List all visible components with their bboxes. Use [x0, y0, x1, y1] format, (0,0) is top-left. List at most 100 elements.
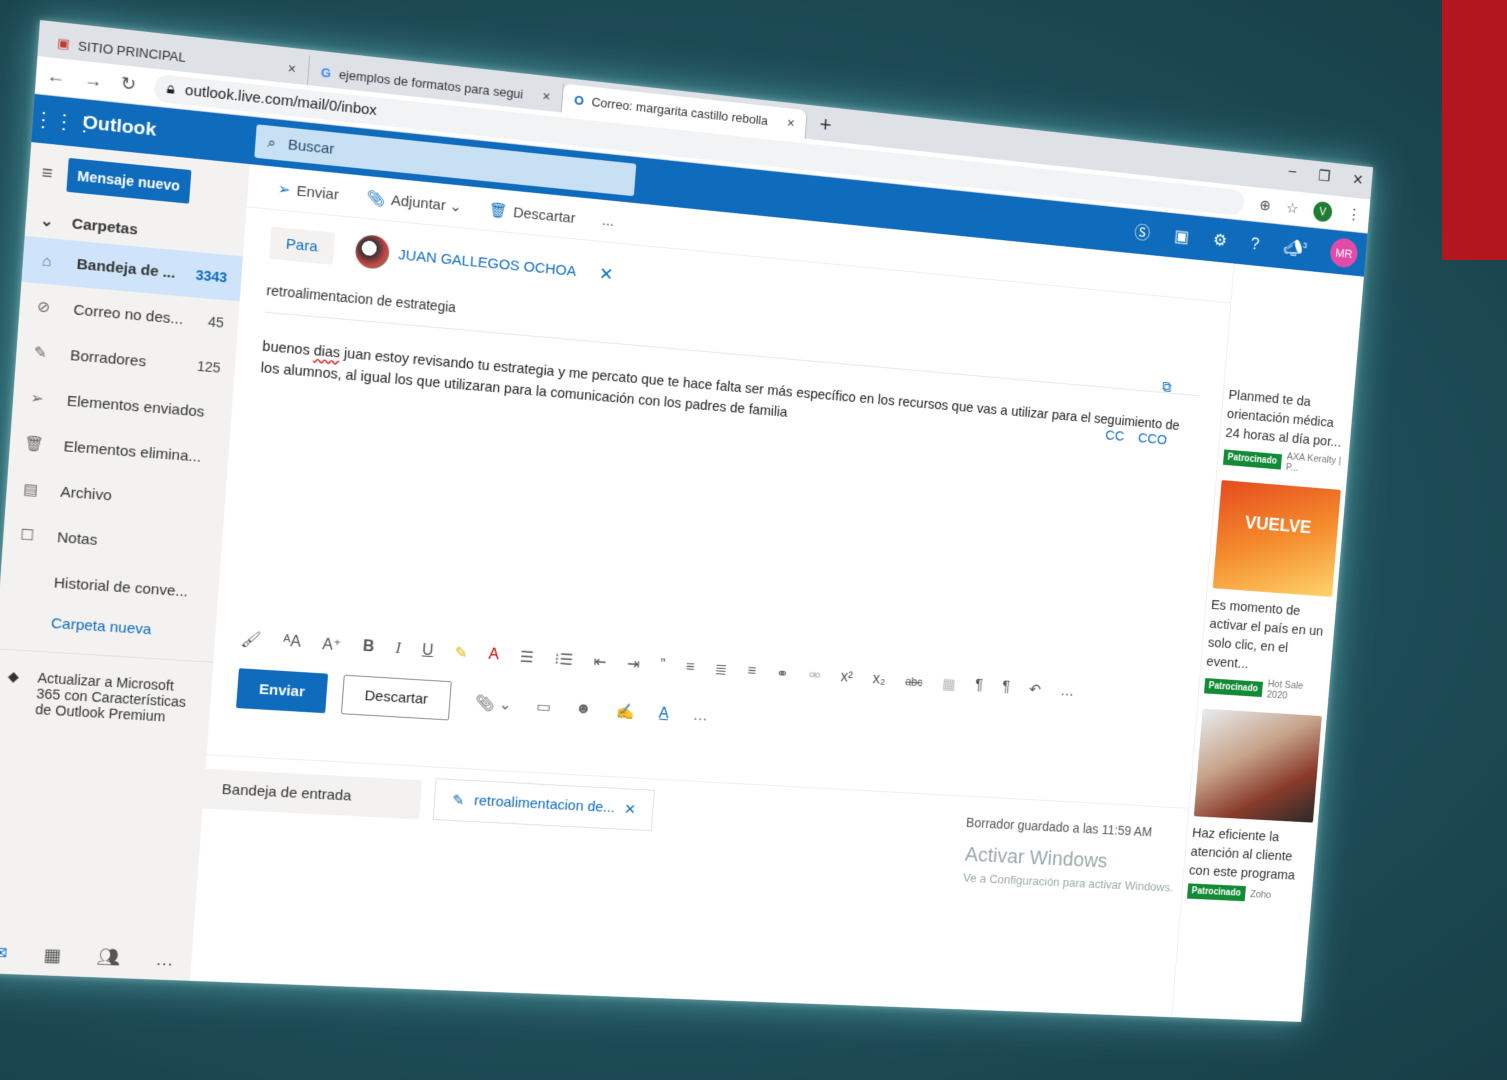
strikethrough-icon[interactable]: abc [905, 675, 923, 689]
my-day-icon[interactable]: ▣ [1174, 226, 1190, 247]
recipient-chip[interactable]: JUAN GALLEGOS OCHOA ✕ [353, 233, 615, 291]
calendar-icon[interactable]: ▦ [43, 945, 62, 966]
rtl-icon[interactable]: ¶ [1002, 679, 1011, 696]
highlight-icon[interactable]: ✎ [454, 643, 468, 663]
superscript-icon[interactable]: x² [840, 669, 853, 686]
to-button[interactable]: Para [268, 226, 335, 265]
folder-label: Elementos enviados [66, 392, 206, 421]
ad-card[interactable]: VUELVE Es momento de activar el país en … [1203, 480, 1341, 704]
cc-link[interactable]: CC [1105, 427, 1125, 444]
font-color-icon[interactable]: A [488, 646, 499, 664]
ad-card[interactable]: Haz eficiente la atención al cliente con… [1186, 708, 1322, 905]
emoji-icon[interactable]: ☻ [575, 700, 592, 718]
minimize-icon[interactable]: – [1288, 163, 1297, 182]
subscript-icon[interactable]: x₂ [872, 671, 886, 688]
restore-icon[interactable]: ❐ [1318, 167, 1332, 186]
attach-icon[interactable]: 📎︎ ⌄ [474, 693, 512, 714]
new-message-button[interactable]: Mensaje nuevo [65, 157, 192, 204]
outlook-brand[interactable]: Outlook [82, 112, 256, 152]
close-tab-icon[interactable]: × [287, 60, 296, 77]
compose-actions: Enviar Descartar 📎︎ ⌄ ▭ ☻ ✍ A̲ … [235, 668, 709, 735]
attach-button[interactable]: 📎︎ Adjuntar ⌄ [366, 188, 463, 215]
inbox-tab[interactable]: Bandeja de entrada [202, 768, 422, 820]
toolbar-send-button[interactable]: ➢ Enviar [277, 179, 339, 203]
signature-icon[interactable]: ✍ [615, 701, 635, 721]
settings-gear-icon[interactable]: ⚙ [1212, 230, 1227, 250]
italic-icon[interactable]: I [395, 640, 401, 658]
align-left-icon[interactable]: ≡ [685, 659, 695, 676]
ltr-icon[interactable]: ¶ [975, 678, 984, 695]
ad-card[interactable]: Planmed te da orientación médica 24 hora… [1222, 270, 1359, 478]
profile-avatar[interactable]: V [1312, 200, 1333, 223]
folder-label: Archivo [59, 483, 113, 504]
pencil-icon: ✎ [451, 792, 466, 810]
bookmark-star-icon[interactable]: ☆ [1285, 198, 1299, 217]
people-icon[interactable]: 👥︎ [96, 947, 121, 968]
insert-picture-icon[interactable]: ▭ [536, 697, 552, 717]
window-controls: – ❐ ✕ [1288, 163, 1364, 189]
discard-button[interactable]: Descartar [340, 674, 452, 721]
folder-label: Bandeja de ... [76, 255, 177, 282]
stage: ▣ SITIO PRINCIPAL × G ejemplos de format… [0, 0, 1507, 1080]
reload-icon[interactable]: ↻ [120, 73, 137, 96]
editor-icon[interactable]: A̲ [658, 705, 669, 722]
close-window-icon[interactable]: ✕ [1352, 170, 1365, 189]
increase-indent-icon[interactable]: ⇥ [626, 654, 640, 674]
toolbar-discard-button[interactable]: 🗑︎ Descartar [488, 201, 576, 226]
trash-icon: 🗑︎ [23, 435, 45, 454]
more-actions-icon[interactable]: … [692, 707, 708, 725]
app-body: ≡ Mensaje nuevo ⌄ Carpetas ⌂ Bandeja de … [0, 142, 1364, 1022]
recipient-name: JUAN GALLEGOS OCHOA [397, 246, 577, 280]
grow-font-icon[interactable]: A⁺ [322, 635, 342, 655]
back-icon[interactable]: ← [46, 65, 66, 88]
browser-menu-icon[interactable]: ⋮ [1346, 205, 1362, 224]
new-tab-button[interactable]: + [806, 110, 846, 142]
skype-icon[interactable]: Ⓢ [1134, 219, 1152, 244]
browser-actions: ⊕ ☆ V ⋮ [1259, 195, 1362, 226]
quote-icon[interactable]: ” [660, 657, 666, 674]
bullets-icon[interactable]: ☰ [519, 647, 534, 667]
activate-windows-watermark: Activar Windows Ve a Configuración para … [962, 842, 1176, 899]
remove-recipient-icon[interactable]: ✕ [598, 263, 614, 284]
folders-header-label: Carpetas [71, 214, 139, 239]
send-button[interactable]: Enviar [235, 668, 328, 714]
draft-tab[interactable]: ✎ retroalimentacion de... ✕ [432, 778, 656, 832]
table-icon[interactable]: ▦ [941, 675, 957, 694]
mail-icon[interactable]: ✉ [0, 943, 8, 964]
format-painter-icon[interactable]: 🖌︎ [240, 629, 262, 650]
paperclip-icon: 📎︎ [365, 189, 386, 208]
align-center-icon[interactable]: ≣ [714, 660, 728, 679]
hamburger-icon[interactable]: ≡ [41, 162, 53, 184]
app-launcher-icon[interactable]: ⋮⋮⋮ [32, 106, 96, 136]
bcc-link[interactable]: CCO [1138, 430, 1168, 448]
underline-icon[interactable]: U [422, 642, 434, 660]
align-right-icon[interactable]: ≡ [747, 663, 757, 680]
more-format-icon[interactable]: … [1060, 683, 1075, 700]
unlink-icon[interactable]: ⚮ [808, 666, 822, 685]
more-options-button[interactable]: ... [602, 212, 615, 229]
ad-footer: Patrocinado Zoho [1186, 883, 1307, 904]
link-icon[interactable]: ⚭ [775, 664, 790, 683]
folder-count: 3343 [195, 266, 228, 286]
upgrade-premium[interactable]: ◆ Actualizar a Microsoft 365 con Caracte… [0, 648, 214, 745]
folder-label: Notas [56, 528, 98, 549]
user-avatar[interactable]: MR [1329, 237, 1359, 269]
recipient-avatar [353, 233, 390, 270]
whats-new-icon[interactable]: 📣︎3 [1282, 237, 1308, 258]
sponsored-badge: Patrocinado [1186, 883, 1246, 902]
close-tab-icon[interactable]: × [542, 88, 551, 104]
folder-label: Correo no des... [72, 301, 184, 328]
undo-icon[interactable]: ↶ [1028, 680, 1042, 699]
ad-text: Es momento de activar el país en un solo… [1205, 597, 1324, 672]
bold-icon[interactable]: B [362, 638, 375, 656]
lock-icon: 🔒︎ [166, 80, 176, 98]
more-apps-icon[interactable]: … [155, 949, 174, 970]
close-tab-icon[interactable]: × [787, 115, 796, 131]
forward-icon[interactable]: → [83, 69, 103, 92]
numbering-icon[interactable]: ⁝☰ [554, 650, 574, 670]
extension-icon[interactable]: ⊕ [1259, 195, 1272, 214]
help-icon[interactable]: ? [1250, 234, 1260, 254]
close-draft-icon[interactable]: ✕ [624, 801, 637, 818]
decrease-indent-icon[interactable]: ⇤ [593, 652, 607, 672]
font-size-icon[interactable]: ᴬA [282, 633, 301, 652]
